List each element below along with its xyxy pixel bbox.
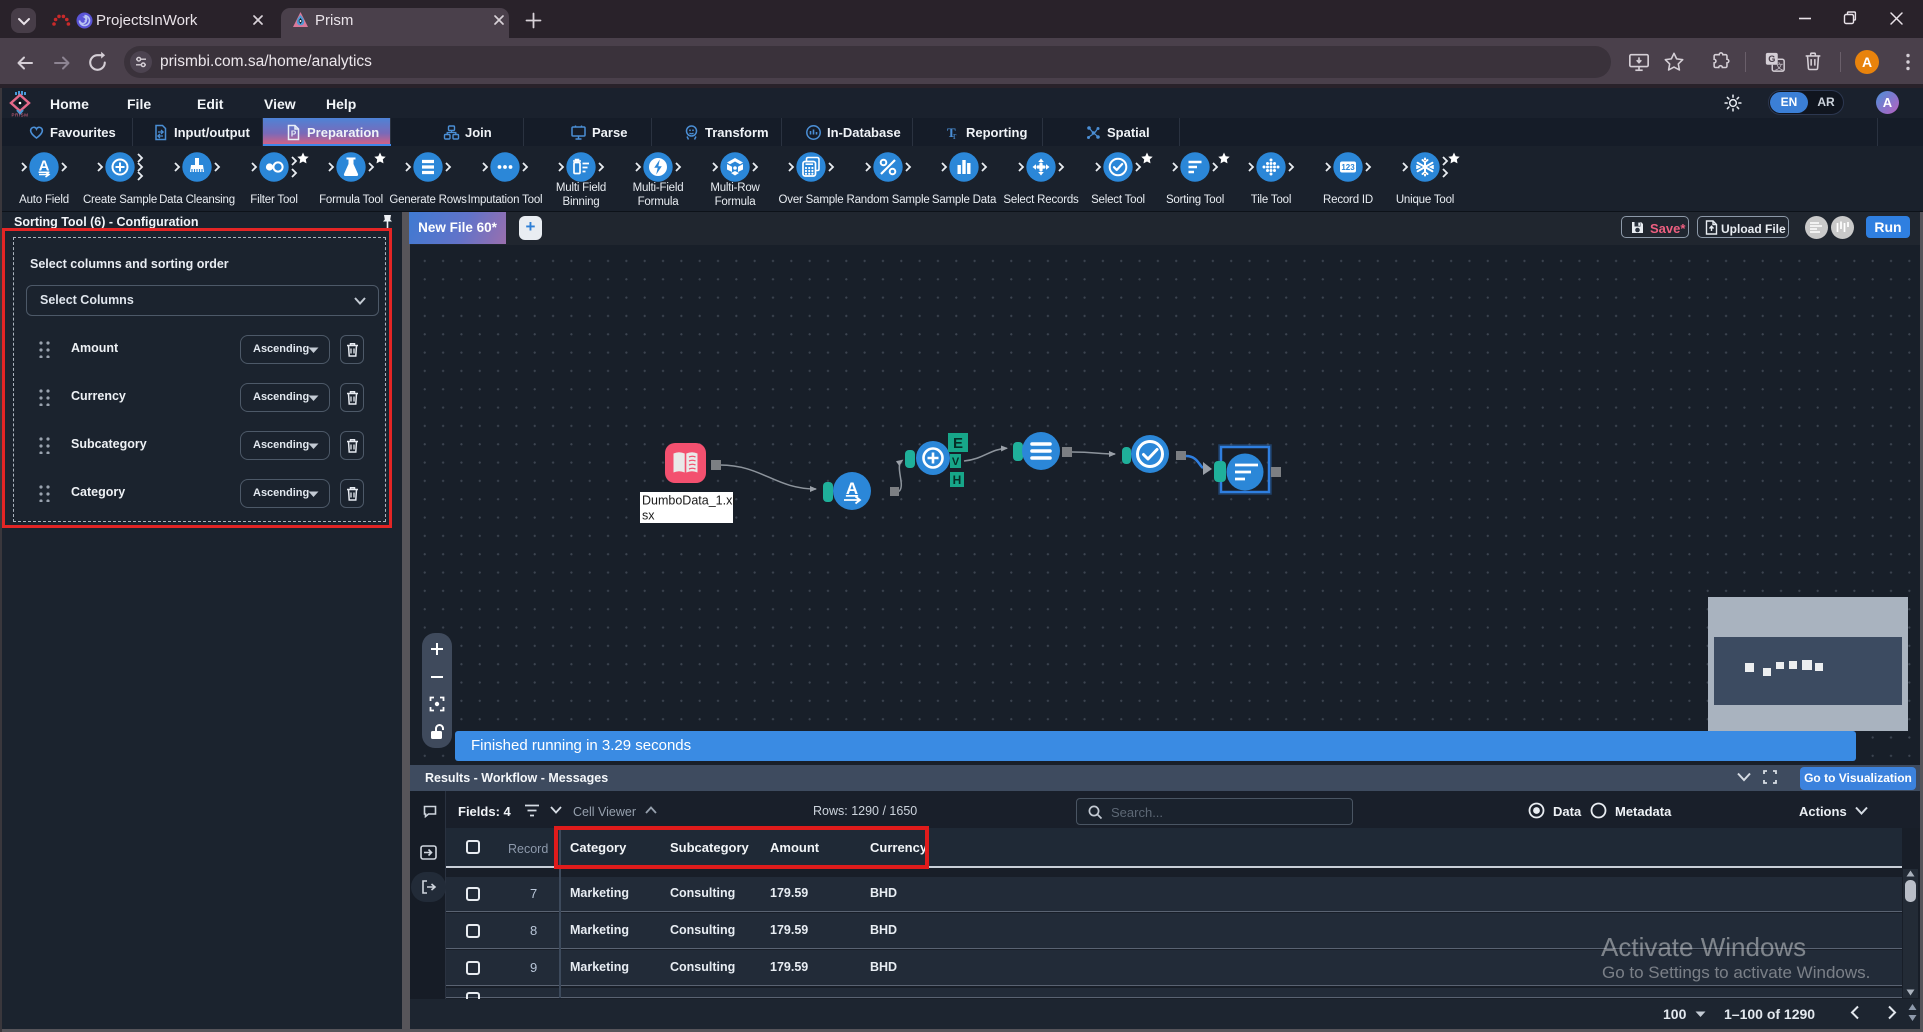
svg-text:文: 文: [1775, 61, 1783, 71]
svg-text:123: 123: [1341, 163, 1355, 172]
svg-text:PRISM: PRISM: [12, 113, 29, 117]
svg-text:V: V: [952, 456, 960, 468]
svg-text:A: A: [39, 158, 50, 175]
svg-text:A: A: [846, 479, 858, 498]
svg-text:H: H: [953, 473, 962, 487]
svg-text:r: r: [953, 131, 957, 141]
svg-text:sx: sx: [642, 509, 655, 523]
svg-text:P: P: [291, 130, 297, 139]
svg-text:DumboData_1.xl: DumboData_1.xl: [642, 494, 735, 508]
svg-text:E: E: [953, 435, 963, 452]
